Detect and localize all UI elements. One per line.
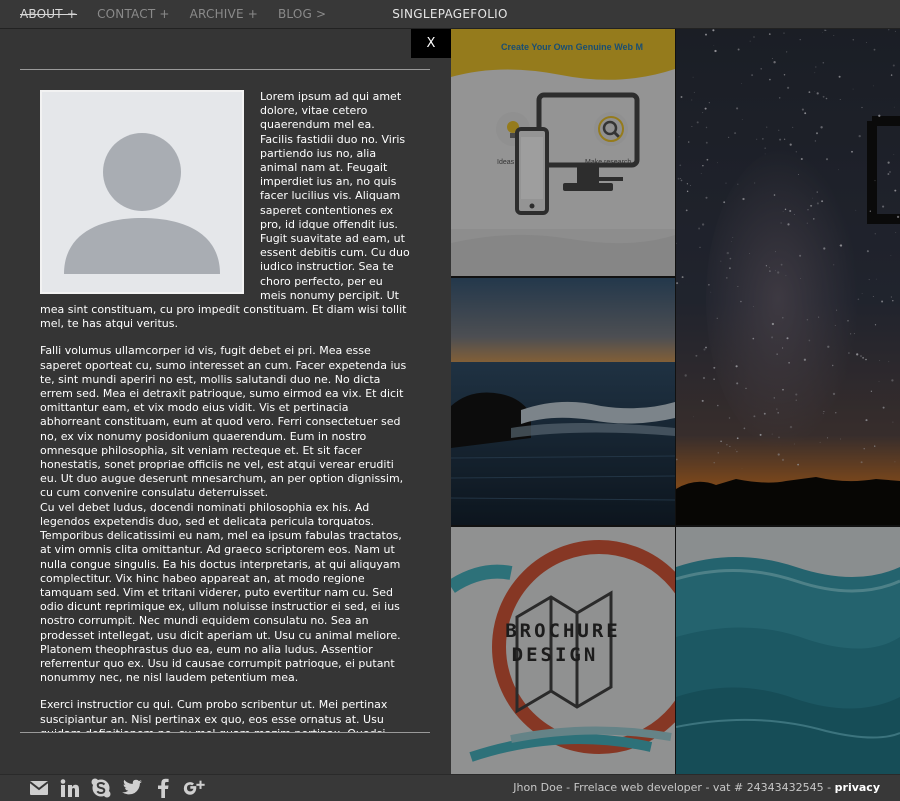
portfolio-tile-waves[interactable] [676, 527, 900, 774]
seascape-photo [451, 278, 675, 525]
portfolio-gallery: Ideas Make research Create Your Own Genu… [451, 29, 900, 774]
close-button[interactable]: X [411, 29, 451, 58]
about-paragraph-3: Cu vel debet ludus, docendi nominati phi… [40, 500, 402, 685]
web-design-title: Create Your Own Genuine Web M [501, 42, 643, 52]
credit-text: Jhon Doe - Frrelace web developer - vat … [513, 781, 835, 794]
nav-blog[interactable]: BLOG > [278, 7, 326, 21]
about-paragraph-4: Exerci instructior cu qui. Cum probo scr… [40, 698, 388, 732]
portfolio-tile-seascape[interactable] [451, 278, 675, 525]
waves-illustration [676, 527, 900, 774]
social-links [28, 778, 205, 798]
top-bar: ABOUT + CONTACT + ARCHIVE + BLOG > SINGL… [0, 0, 900, 29]
privacy-link[interactable]: privacy [835, 781, 880, 794]
brochure-illustration: BROCHURE DESIGN [451, 527, 675, 774]
mail-icon[interactable] [28, 778, 50, 798]
night-sky-photo [676, 29, 900, 525]
twitter-icon[interactable] [121, 778, 143, 798]
divider-bottom [20, 732, 430, 733]
nav-archive[interactable]: ARCHIVE + [190, 7, 258, 21]
google-plus-icon[interactable] [183, 778, 205, 798]
about-panel: X Lorem ipsum ad qui amet dolore, vitae … [0, 29, 451, 774]
footer: Jhon Doe - Frrelace web developer - vat … [0, 774, 900, 801]
about-content[interactable]: Lorem ipsum ad qui amet dolore, vitae ce… [40, 90, 410, 732]
linkedin-icon[interactable] [59, 778, 81, 798]
footer-credit: Jhon Doe - Frrelace web developer - vat … [513, 775, 880, 801]
divider-top [20, 69, 430, 70]
avatar-placeholder [40, 90, 244, 294]
main-nav: ABOUT + CONTACT + ARCHIVE + BLOG > [20, 0, 326, 28]
portfolio-tile-night-sky[interactable] [676, 29, 900, 525]
brochure-title-line1: BROCHURE [505, 620, 621, 642]
portfolio-tile-web-design[interactable]: Ideas Make research Create Your Own Genu… [451, 29, 675, 276]
person-icon [64, 133, 220, 274]
nav-contact[interactable]: CONTACT + [97, 7, 170, 21]
nav-about[interactable]: ABOUT + [20, 7, 77, 21]
label-research: Make research [585, 159, 631, 166]
facebook-icon[interactable] [152, 778, 174, 798]
about-paragraph-2: Falli volumus ullamcorper id vis, fugit … [40, 344, 407, 500]
label-ideas: Ideas [497, 159, 515, 166]
brochure-title-line2: DESIGN [512, 644, 599, 666]
skype-icon[interactable] [90, 778, 112, 798]
web-design-illustration: Ideas Make research Create Your Own Genu… [451, 29, 675, 276]
portfolio-tile-brochure[interactable]: BROCHURE DESIGN [451, 527, 675, 774]
